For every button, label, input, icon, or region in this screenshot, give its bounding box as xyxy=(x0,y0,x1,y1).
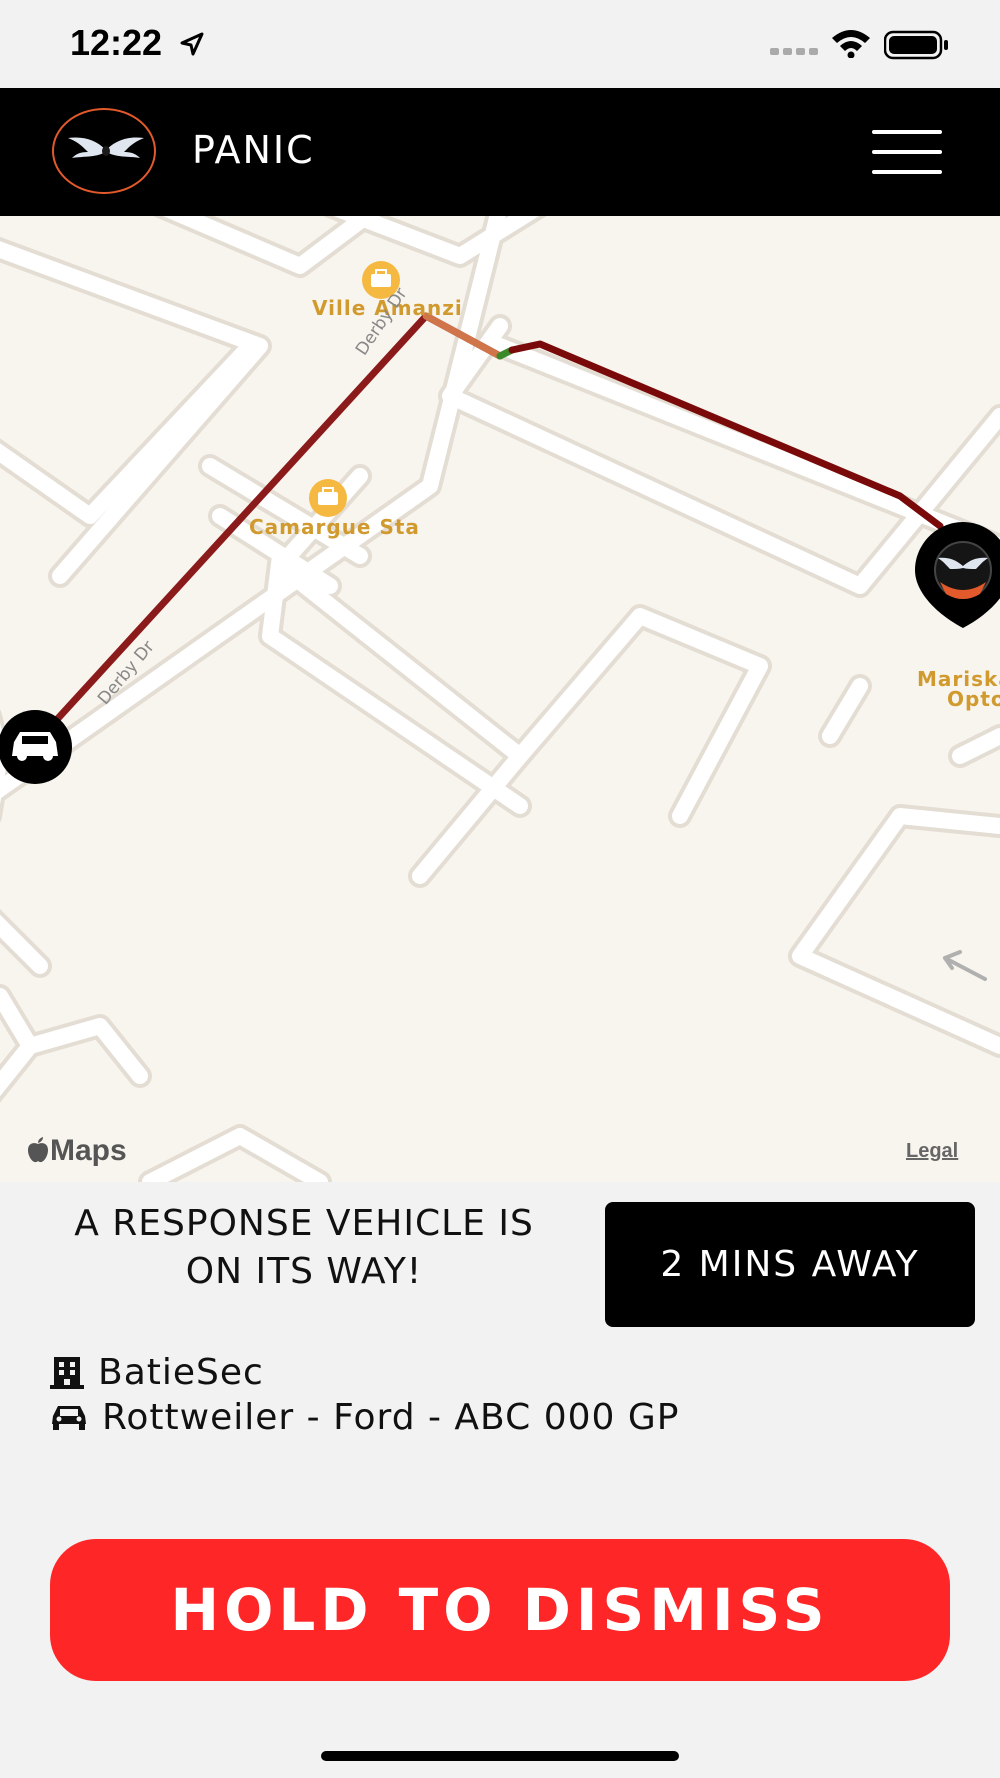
map-view[interactable]: Ville Amanzi Camargue Sta Mariska Opto D… xyxy=(0,216,1000,1182)
cellular-signal-icon xyxy=(770,48,818,55)
location-arrow-icon xyxy=(180,32,204,56)
home-indicator[interactable] xyxy=(321,1751,679,1761)
apple-icon xyxy=(28,1137,48,1163)
company-name: BatieSec xyxy=(98,1351,264,1393)
status-bar: 12:22 xyxy=(0,0,1000,88)
map-canvas xyxy=(0,216,1000,1182)
status-time: 12:22 xyxy=(70,22,163,63)
legal-link[interactable]: Legal xyxy=(906,1140,958,1163)
battery-icon xyxy=(884,30,948,60)
vehicle-details: Rottweiler - Ford - ABC 000 GP xyxy=(102,1396,680,1438)
angel-wings-icon xyxy=(68,137,144,158)
eta-text: 2 MINS AWAY xyxy=(660,1244,920,1285)
response-message: A RESPONSE VEHICLE IS ON ITS WAY! xyxy=(20,1200,588,1296)
maps-attribution: Maps xyxy=(50,1134,127,1167)
poi-label: Camargue Sta xyxy=(249,515,420,539)
app-header: PANIC xyxy=(0,88,1000,216)
poi-label: Opto xyxy=(947,687,1000,711)
wifi-icon xyxy=(832,30,870,58)
response-message-line: A RESPONSE VEHICLE IS xyxy=(74,1203,534,1244)
hamburger-menu-icon[interactable] xyxy=(872,130,944,174)
hold-to-dismiss-label: HOLD TO DISMISS xyxy=(170,1576,830,1644)
page-title: PANIC xyxy=(192,128,315,172)
user-location-pin-icon[interactable] xyxy=(915,522,1000,628)
poi-icon xyxy=(309,479,347,517)
eta-badge: 2 MINS AWAY xyxy=(605,1202,975,1327)
vehicle-marker-icon[interactable] xyxy=(0,710,72,784)
building-icon xyxy=(50,1357,84,1389)
vehicle-row: Rottweiler - Ford - ABC 000 GP xyxy=(50,1395,679,1439)
apple-maps-logo: Maps xyxy=(26,1134,127,1168)
app-logo xyxy=(52,108,156,194)
response-message-line: ON ITS WAY! xyxy=(185,1251,423,1292)
hold-to-dismiss-button[interactable]: HOLD TO DISMISS xyxy=(50,1539,950,1681)
company-row: BatieSec xyxy=(50,1350,264,1394)
car-icon xyxy=(52,1406,86,1430)
